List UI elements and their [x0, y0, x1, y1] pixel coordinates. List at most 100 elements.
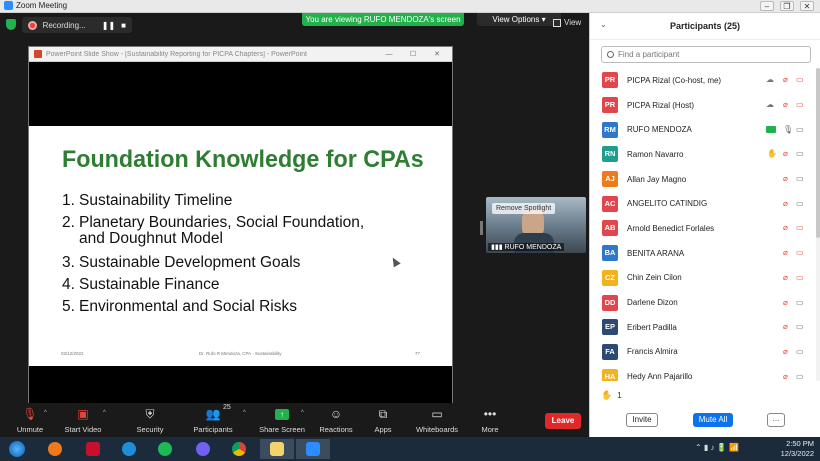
- participant-row[interactable]: EP Eribert Padilla ⌀ ▭: [590, 315, 815, 340]
- participant-row[interactable]: FA Francis Almira ⌀ ▭: [590, 340, 815, 365]
- mic-muted-icon[interactable]: ⌀: [783, 248, 788, 258]
- viber-icon: [196, 442, 210, 456]
- view-button[interactable]: View: [553, 18, 581, 27]
- audio-options-caret-icon[interactable]: ^: [44, 410, 47, 416]
- participant-name: Ramon Navarro: [627, 149, 684, 159]
- file-explorer-icon: [270, 442, 284, 456]
- participant-list-scrollbar[interactable]: [816, 68, 820, 381]
- video-resize-handle[interactable]: [480, 221, 483, 235]
- taskbar-spotify[interactable]: [148, 439, 182, 459]
- mic-muted-icon[interactable]: ⌀: [783, 298, 788, 308]
- mic-muted-icon[interactable]: ⌀: [783, 223, 788, 233]
- taskbar-adobe-reader[interactable]: [76, 439, 110, 459]
- participant-row[interactable]: PR PICPA Rizal (Co-host, me) ☁ ⌀ ▭: [590, 68, 815, 93]
- cloud-recording-icon: ☁: [766, 75, 774, 85]
- participant-row[interactable]: AC ANGELITO CATINDIG ⌀ ▭: [590, 191, 815, 216]
- mic-muted-icon[interactable]: ⌀: [783, 322, 788, 332]
- participant-search[interactable]: [601, 46, 811, 63]
- mic-muted-icon[interactable]: ⌀: [783, 273, 788, 283]
- pause-recording-icon[interactable]: ❚❚: [102, 21, 115, 30]
- invite-button[interactable]: Invite: [626, 413, 658, 427]
- clock-time: 2:50 PM: [786, 439, 814, 448]
- apps-button[interactable]: ⧉ Apps: [353, 406, 413, 435]
- recording-dot-icon: [28, 20, 37, 30]
- remove-spotlight-button[interactable]: Remove Spotlight: [492, 203, 556, 214]
- clock[interactable]: 2:50 PM 12/3/2022: [768, 439, 814, 459]
- panel-more-button[interactable]: ...: [767, 413, 785, 427]
- start-button[interactable]: [0, 439, 34, 459]
- slide-item-text: Sustainability Timeline: [79, 192, 233, 209]
- mic-muted-icon[interactable]: ⌀: [783, 149, 788, 159]
- avatar: AJ: [602, 171, 618, 188]
- participant-row[interactable]: RM RUFO MENDOZA 🎙 ▭: [590, 117, 815, 142]
- taskbar-zoom[interactable]: [296, 439, 330, 459]
- encryption-shield-icon[interactable]: [6, 19, 16, 30]
- participant-search-input[interactable]: [618, 50, 798, 59]
- participant-row[interactable]: CZ Chin Zein Cilon ⌀ ▭: [590, 266, 815, 291]
- video-off-icon[interactable]: ▭: [796, 75, 804, 85]
- video-icon[interactable]: ▭: [796, 322, 804, 332]
- participant-row[interactable]: AJ Allan Jay Magno ⌀ ▭: [590, 167, 815, 192]
- video-icon[interactable]: ▭: [796, 347, 804, 357]
- slide-title: Foundation Knowledge for CPAs: [62, 146, 424, 173]
- more-button[interactable]: ••• More: [460, 406, 520, 434]
- taskbar-file-explorer[interactable]: [260, 439, 294, 459]
- powerpoint-icon: [34, 50, 42, 58]
- video-off-icon[interactable]: ▭: [796, 100, 804, 110]
- meeting-area: Recording... ❚❚ ■ You are viewing RUFO M…: [0, 13, 589, 406]
- video-off-icon[interactable]: ▭: [796, 248, 804, 258]
- mic-muted-icon[interactable]: ⌀: [783, 75, 788, 85]
- participant-row[interactable]: HA Hedy Ann Pajarillo ⌀ ▭: [590, 364, 815, 381]
- mic-icon[interactable]: 🎙: [783, 125, 793, 135]
- video-off-icon[interactable]: ▭: [796, 273, 804, 283]
- zoom-app: Zoom Meeting – ❐ ✕ Recording... ❚❚ ■ You…: [0, 0, 820, 461]
- video-icon[interactable]: ▭: [796, 372, 804, 381]
- video-icon[interactable]: ▭: [796, 199, 804, 209]
- participant-row[interactable]: DD Darlene Dizon ⌀ ▭: [590, 290, 815, 315]
- avatar: AC: [602, 195, 618, 212]
- close-button[interactable]: ✕: [800, 1, 814, 11]
- collapse-panel-chevron-icon[interactable]: ⌄: [600, 20, 607, 29]
- participants-caret-icon[interactable]: ^: [243, 410, 246, 416]
- whiteboard-icon: ▭: [431, 407, 443, 421]
- screen-sharing-icon: [766, 126, 776, 134]
- speaker-video-tile[interactable]: Remove Spotlight ▮▮▮ RUFO MENDOZA: [486, 197, 586, 253]
- mic-muted-icon[interactable]: ⌀: [783, 372, 788, 381]
- video-off-icon[interactable]: ▭: [796, 223, 804, 233]
- restore-button[interactable]: ❐: [780, 1, 794, 11]
- participant-name: Allan Jay Magno: [627, 174, 687, 184]
- video-icon[interactable]: ▭: [796, 298, 804, 308]
- minimize-button[interactable]: –: [760, 1, 774, 11]
- slide-list-item: 3. Sustainable Development Goals: [62, 252, 364, 274]
- unmute-button[interactable]: 🎙 Unmute: [0, 406, 60, 434]
- video-icon[interactable]: ▭: [796, 149, 804, 159]
- video-options-caret-icon[interactable]: ^: [103, 410, 106, 416]
- stop-recording-icon[interactable]: ■: [121, 21, 126, 30]
- participant-row[interactable]: AB Arnold Benedict Forlales ⌀ ▭: [590, 216, 815, 241]
- taskbar-media-player[interactable]: [38, 439, 72, 459]
- video-icon[interactable]: ▭: [796, 125, 804, 135]
- slide-item-number: 5.: [62, 298, 75, 315]
- security-button[interactable]: ⛨ Security: [120, 406, 180, 435]
- mic-muted-icon[interactable]: ⌀: [783, 347, 788, 357]
- mic-muted-icon[interactable]: ⌀: [783, 174, 788, 184]
- system-tray[interactable]: ⌃ ▮ ♪ 🔋 📶: [695, 443, 739, 452]
- scrollbar-thumb[interactable]: [816, 68, 820, 238]
- video-icon[interactable]: ▭: [796, 174, 804, 184]
- participant-row[interactable]: BA BENITA ARANA ⌀ ▭: [590, 241, 815, 266]
- signal-bars-icon: ▮▮▮: [491, 244, 505, 251]
- whiteboards-button[interactable]: ▭ Whiteboards: [407, 406, 467, 434]
- view-options-button[interactable]: View Options ▾: [477, 13, 561, 26]
- participant-row[interactable]: RN Ramon Navarro ✋ ⌀ ▭: [590, 142, 815, 167]
- leave-button[interactable]: Leave: [545, 413, 581, 429]
- taskbar-viber[interactable]: [186, 439, 220, 459]
- share-caret-icon[interactable]: ^: [301, 410, 304, 416]
- start-video-label: Start Video: [64, 425, 102, 434]
- participant-row[interactable]: PR PICPA Rizal (Host) ☁ ⌀ ▭: [590, 93, 815, 118]
- mute-all-button[interactable]: Mute All: [693, 413, 733, 427]
- mic-muted-icon[interactable]: ⌀: [783, 100, 788, 110]
- mic-muted-icon[interactable]: ⌀: [783, 199, 788, 209]
- participants-button[interactable]: 👥 25 Participants: [183, 404, 243, 434]
- taskbar-internet-explorer[interactable]: [112, 439, 146, 459]
- taskbar-chrome[interactable]: [222, 439, 256, 459]
